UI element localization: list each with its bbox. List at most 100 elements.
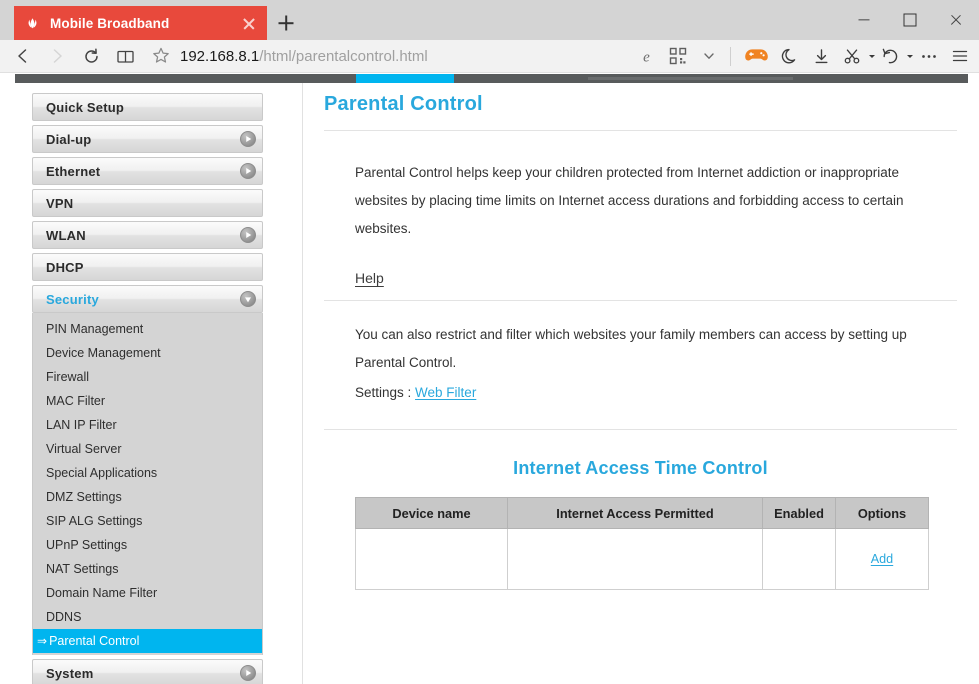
sidebar-item-dmz-settings[interactable]: DMZ Settings — [33, 485, 262, 509]
table-row: Add — [355, 528, 929, 590]
refresh-button[interactable] — [74, 41, 108, 71]
star-icon[interactable] — [150, 45, 172, 67]
chevron-down-icon[interactable] — [693, 41, 724, 71]
sidebar-item-quick-setup[interactable]: Quick Setup — [32, 93, 263, 121]
page-title: Parental Control — [324, 93, 483, 115]
window-close-button[interactable] — [933, 0, 979, 40]
intro-paragraph: Parental Control helps keep your childre… — [355, 165, 904, 236]
router-nav-active-tab[interactable] — [356, 74, 454, 83]
submenu-item-label: Special Applications — [46, 466, 158, 480]
download-icon[interactable] — [806, 41, 837, 71]
address-bar[interactable]: 192.168.8.1/html/parentalcontrol.html — [142, 41, 631, 71]
cell-enabled — [762, 528, 836, 590]
window-minimize-button[interactable] — [841, 0, 887, 40]
table-header-row: Device name Internet Access Permitted En… — [355, 497, 929, 529]
internet-explorer-icon[interactable]: e — [631, 41, 662, 71]
sidebar-content-divider — [302, 83, 303, 684]
url-path: /html/parentalcontrol.html — [259, 47, 428, 65]
browser-tab-mobile-broadband[interactable]: Mobile Broadband — [14, 6, 267, 40]
sidebar-item-parental-control[interactable]: ⇒ Parental Control — [33, 629, 262, 653]
window-maximize-button[interactable] — [887, 0, 933, 40]
ellipsis-icon[interactable] — [913, 41, 944, 71]
hamburger-menu-icon[interactable] — [944, 41, 975, 71]
main-content: Parental Control Parental Control helps … — [324, 93, 957, 590]
moon-icon[interactable] — [775, 41, 806, 71]
forward-button[interactable] — [40, 41, 74, 71]
submenu-item-label: MAC Filter — [46, 394, 106, 408]
submenu-item-label: Parental Control — [49, 634, 140, 648]
url-text: 192.168.8.1/html/parentalcontrol.html — [180, 48, 428, 65]
router-top-navbar — [15, 74, 968, 83]
submenu-item-label: DDNS — [46, 610, 82, 624]
sidebar-item-lan-ip-filter[interactable]: LAN IP Filter — [33, 413, 262, 437]
submenu-item-label: SIP ALG Settings — [46, 514, 143, 528]
sidebar-item-label: DHCP — [46, 259, 84, 275]
sidebar-item-sip-alg-settings[interactable]: SIP ALG Settings — [33, 509, 262, 533]
chevron-right-icon — [240, 131, 256, 147]
chevron-right-icon — [240, 163, 256, 179]
chevron-down-icon — [240, 291, 256, 307]
undo-icon[interactable] — [875, 41, 906, 71]
reading-view-button[interactable] — [108, 41, 142, 71]
sidebar-item-label: Dial-up — [46, 131, 92, 147]
page-viewport: Quick Setup Dial-up Ethernet VPN WLAN DH… — [0, 74, 979, 684]
internet-access-time-control-table: Device name Internet Access Permitted En… — [355, 497, 929, 590]
sidebar-item-label: VPN — [46, 195, 74, 211]
help-link[interactable]: Help — [355, 270, 384, 286]
qr-code-icon[interactable] — [662, 41, 693, 71]
chevron-right-icon — [240, 227, 256, 243]
sidebar-item-pin-management[interactable]: PIN Management — [33, 317, 262, 341]
gamepad-icon[interactable] — [737, 41, 775, 71]
settings-row: Settings : Web Filter — [324, 377, 957, 400]
toolbar-right-icons: e — [631, 41, 975, 71]
submenu-item-label: UPnP Settings — [46, 538, 128, 552]
sidebar-item-label: WLAN — [46, 227, 86, 243]
column-header-options: Options — [835, 497, 929, 529]
add-link[interactable]: Add — [871, 552, 893, 566]
web-filter-link[interactable]: Web Filter — [415, 385, 476, 400]
sidebar-item-special-applications[interactable]: Special Applications — [33, 461, 262, 485]
browser-window: Mobile Broadband 192.168.8.1/html/parent… — [0, 0, 979, 684]
sidebar-item-label: System — [46, 665, 94, 681]
submenu-item-label: Domain Name Filter — [46, 586, 158, 600]
sidebar-item-mac-filter[interactable]: MAC Filter — [33, 389, 262, 413]
huawei-logo-icon — [24, 14, 41, 32]
time-control-table-wrap: Device name Internet Access Permitted En… — [324, 497, 957, 590]
sidebar-item-firewall[interactable]: Firewall — [33, 365, 262, 389]
router-sidebar: Quick Setup Dial-up Ethernet VPN WLAN DH… — [32, 93, 263, 684]
sidebar-item-device-management[interactable]: Device Management — [33, 341, 262, 365]
submenu-item-label: Device Management — [46, 346, 161, 360]
selected-arrow-icon: ⇒ — [37, 634, 48, 648]
browser-toolbar: 192.168.8.1/html/parentalcontrol.html e — [0, 40, 979, 73]
tab-close-icon[interactable] — [239, 13, 259, 33]
sidebar-item-label: Ethernet — [46, 163, 101, 179]
tab-title: Mobile Broadband — [50, 15, 170, 31]
submenu-item-label: Firewall — [46, 370, 90, 384]
back-button[interactable] — [6, 41, 40, 71]
toolbar-separator — [730, 46, 731, 66]
new-tab-button[interactable] — [267, 6, 305, 40]
submenu-item-label: LAN IP Filter — [46, 418, 117, 432]
sidebar-item-security[interactable]: Security — [32, 285, 263, 313]
sidebar-item-dhcp[interactable]: DHCP — [32, 253, 263, 281]
settings-label: Settings : — [355, 385, 412, 400]
svg-text:e: e — [643, 49, 650, 65]
sidebar-item-virtual-server[interactable]: Virtual Server — [33, 437, 262, 461]
scissors-icon[interactable] — [837, 41, 868, 71]
sidebar-item-ddns[interactable]: DDNS — [33, 605, 262, 629]
security-submenu: PIN Management Device Management Firewal… — [32, 313, 263, 655]
column-header-enabled: Enabled — [762, 497, 836, 529]
sidebar-item-ethernet[interactable]: Ethernet — [32, 157, 263, 185]
sidebar-item-vpn[interactable]: VPN — [32, 189, 263, 217]
sidebar-item-dial-up[interactable]: Dial-up — [32, 125, 263, 153]
section-title: Internet Access Time Control — [513, 458, 768, 478]
sidebar-item-nat-settings[interactable]: NAT Settings — [33, 557, 262, 581]
tab-strip: Mobile Broadband — [0, 0, 305, 40]
sidebar-item-wlan[interactable]: WLAN — [32, 221, 263, 249]
router-nav-underline — [588, 77, 793, 80]
sidebar-item-domain-name-filter[interactable]: Domain Name Filter — [33, 581, 262, 605]
chevron-right-icon — [240, 665, 256, 681]
submenu-item-label: NAT Settings — [46, 562, 119, 576]
sidebar-item-system[interactable]: System — [32, 659, 263, 684]
sidebar-item-upnp-settings[interactable]: UPnP Settings — [33, 533, 262, 557]
